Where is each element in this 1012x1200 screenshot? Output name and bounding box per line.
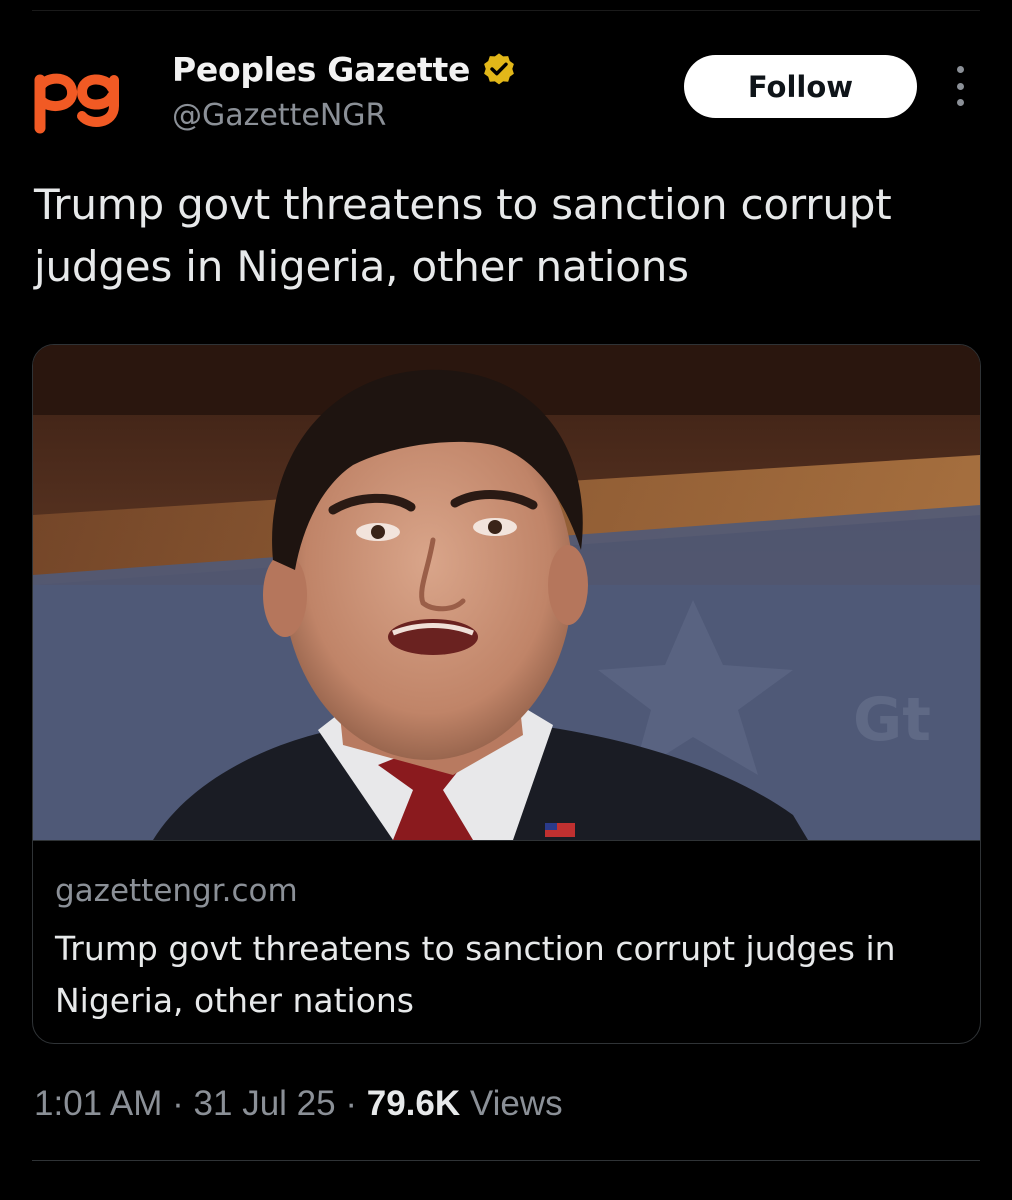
views-count[interactable]: 79.6K [367, 1084, 460, 1123]
meta-separator: · [172, 1084, 184, 1123]
display-name[interactable]: Peoples Gazette [172, 50, 470, 89]
article-photo: Gt [33, 345, 980, 840]
views-label: Views [469, 1084, 563, 1123]
follow-button[interactable]: Follow [684, 55, 917, 118]
more-vertical-icon[interactable] [946, 66, 974, 106]
tweet-meta: 1:01 AM · 31 Jul 25 · 79.6K Views [34, 1084, 563, 1124]
account-name-row[interactable]: Peoples Gazette [172, 50, 518, 89]
top-divider [32, 10, 980, 11]
link-preview-card[interactable]: Gt gazettengr.com Trump govt threatens t… [32, 344, 981, 1044]
tweet-text: Trump govt threatens to sanction corrupt… [34, 180, 892, 291]
meta-separator: · [345, 1084, 357, 1123]
card-title: Trump govt threatens to sanction corrupt… [55, 929, 896, 1020]
svg-text:Gt: Gt [853, 685, 931, 755]
tweet-date[interactable]: 31 Jul 25 [194, 1084, 336, 1123]
account-handle[interactable]: @GazetteNGR [172, 98, 386, 133]
verified-badge-icon [480, 51, 518, 89]
card-divider [33, 840, 980, 841]
tweet-time[interactable]: 1:01 AM [34, 1084, 162, 1123]
peoples-gazette-logo [34, 73, 119, 134]
account-avatar[interactable] [30, 58, 130, 138]
card-domain: gazettengr.com [55, 873, 298, 909]
bottom-divider [32, 1160, 980, 1161]
